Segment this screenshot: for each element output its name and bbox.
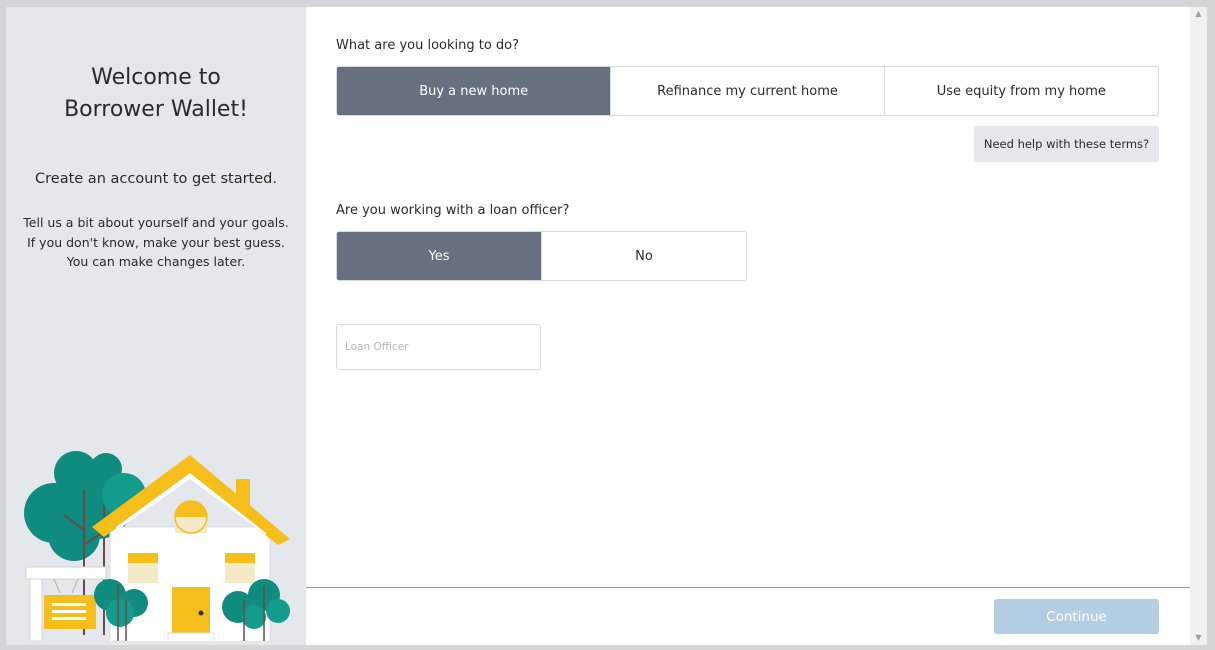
welcome-line-2: Borrower Wallet!	[64, 97, 248, 122]
option-refinance[interactable]: Refinance my current home	[610, 67, 884, 115]
main-panel: What are you looking to do? Buy a new ho…	[306, 7, 1190, 645]
option-use-equity[interactable]: Use equity from my home	[883, 67, 1158, 115]
continue-button[interactable]: Continue	[994, 599, 1159, 634]
option-no[interactable]: No	[541, 232, 746, 280]
loan-officer-options: Yes No	[336, 231, 747, 281]
option-yes[interactable]: Yes	[337, 232, 541, 280]
goal-question: What are you looking to do?	[336, 38, 520, 53]
help-terms-button[interactable]: Need help with these terms?	[974, 126, 1159, 162]
instructions-line-1: Tell us a bit about yourself and your go…	[23, 215, 289, 230]
footer-divider	[306, 587, 1190, 588]
welcome-line-1: Welcome to	[91, 65, 221, 90]
option-buy-new-home[interactable]: Buy a new home	[337, 67, 611, 115]
instructions-line-3: You can make changes later.	[66, 254, 246, 269]
welcome-heading: Welcome to Borrower Wallet!	[6, 62, 306, 126]
instructions-text: Tell us a bit about yourself and your go…	[6, 213, 306, 272]
app-frame: Welcome to Borrower Wallet! Create an ac…	[6, 7, 1190, 645]
create-account-text: Create an account to get started.	[35, 171, 277, 187]
loan-officer-input[interactable]	[336, 324, 541, 370]
goal-options: Buy a new home Refinance my current home…	[336, 66, 1159, 116]
house-illustration	[6, 451, 306, 645]
scroll-up-arrow-icon[interactable]: ▲	[1190, 7, 1207, 21]
instructions-line-2: If you don't know, make your best guess.	[27, 234, 285, 250]
scrollbar[interactable]: ▲ ▼	[1190, 7, 1207, 645]
scroll-down-arrow-icon[interactable]: ▼	[1190, 631, 1207, 645]
loan-officer-question: Are you working with a loan officer?	[336, 203, 570, 218]
sidebar: Welcome to Borrower Wallet! Create an ac…	[6, 7, 306, 645]
